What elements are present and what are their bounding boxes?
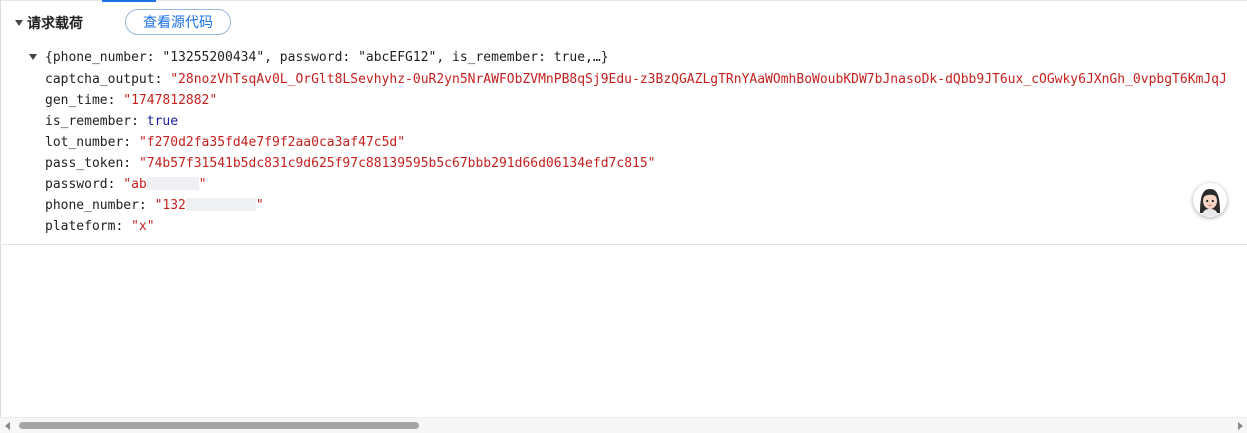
- property-key: plateform: [45, 219, 116, 234]
- property-row: is_remember: true: [45, 114, 179, 129]
- payload-summary: {phone_number: "13255200434", password: …: [45, 49, 609, 65]
- property-value: "74b57f31541b5dc831c9d625f97c88139595b5c…: [138, 156, 656, 171]
- scrollbar-thumb[interactable]: [19, 422, 419, 429]
- property-row: phone_number: "132 ": [45, 198, 264, 213]
- avatar-icon[interactable]: [1193, 183, 1227, 217]
- horizontal-scrollbar[interactable]: [0, 417, 1247, 433]
- payload-summary-row[interactable]: {phone_number: "13255200434", password: …: [0, 47, 1247, 67]
- section-title: 请求载荷: [27, 16, 83, 32]
- payload-section-header[interactable]: 请求载荷 查看源代码: [0, 8, 1247, 38]
- property-row: gen_time: "1747812882": [45, 93, 218, 108]
- property-row: pass_token: "74b57f31541b5dc831c9d625f97…: [45, 156, 656, 171]
- triangle-down-icon[interactable]: [15, 20, 23, 26]
- property-value-visible: "ab: [123, 177, 147, 192]
- triangle-down-icon[interactable]: [29, 54, 37, 60]
- arrow-left-icon[interactable]: [5, 422, 10, 430]
- view-source-button[interactable]: 查看源代码: [125, 9, 231, 35]
- property-row: captcha_output: "28nozVhTsqAv0L_OrGlt8LS…: [45, 72, 1227, 87]
- property-value-end: ": [255, 198, 264, 213]
- arrow-right-icon[interactable]: [1238, 422, 1243, 430]
- section-divider: [0, 244, 1247, 245]
- property-value: true: [146, 114, 179, 129]
- property-key: pass_token: [45, 156, 124, 171]
- property-key: is_remember: [45, 114, 132, 129]
- property-value: "1747812882": [123, 93, 218, 108]
- property-row: plateform: "x": [45, 219, 155, 234]
- property-value: "f270d2fa35fd4e7f9f2aa0ca3af47c5d": [138, 135, 406, 150]
- redaction-mask: [185, 198, 256, 211]
- property-value-end: ": [198, 177, 207, 192]
- redaction-mask: [146, 177, 199, 190]
- property-value: "x": [131, 219, 155, 234]
- property-row: password: "ab ": [45, 177, 207, 192]
- top-border: [0, 0, 1247, 1]
- property-key: captcha_output: [45, 72, 155, 87]
- property-value-visible: "132: [154, 198, 186, 213]
- property-key: lot_number: [45, 135, 124, 150]
- active-tab-indicator: [102, 0, 156, 2]
- property-value: "28nozVhTsqAv0L_OrGlt8LSevhyhz-0uR2yn5Nr…: [170, 72, 1227, 87]
- property-key: gen_time: [45, 93, 108, 108]
- property-row: lot_number: "f270d2fa35fd4e7f9f2aa0ca3af…: [45, 135, 406, 150]
- property-key: password: [45, 177, 108, 192]
- property-key: phone_number: [45, 198, 139, 213]
